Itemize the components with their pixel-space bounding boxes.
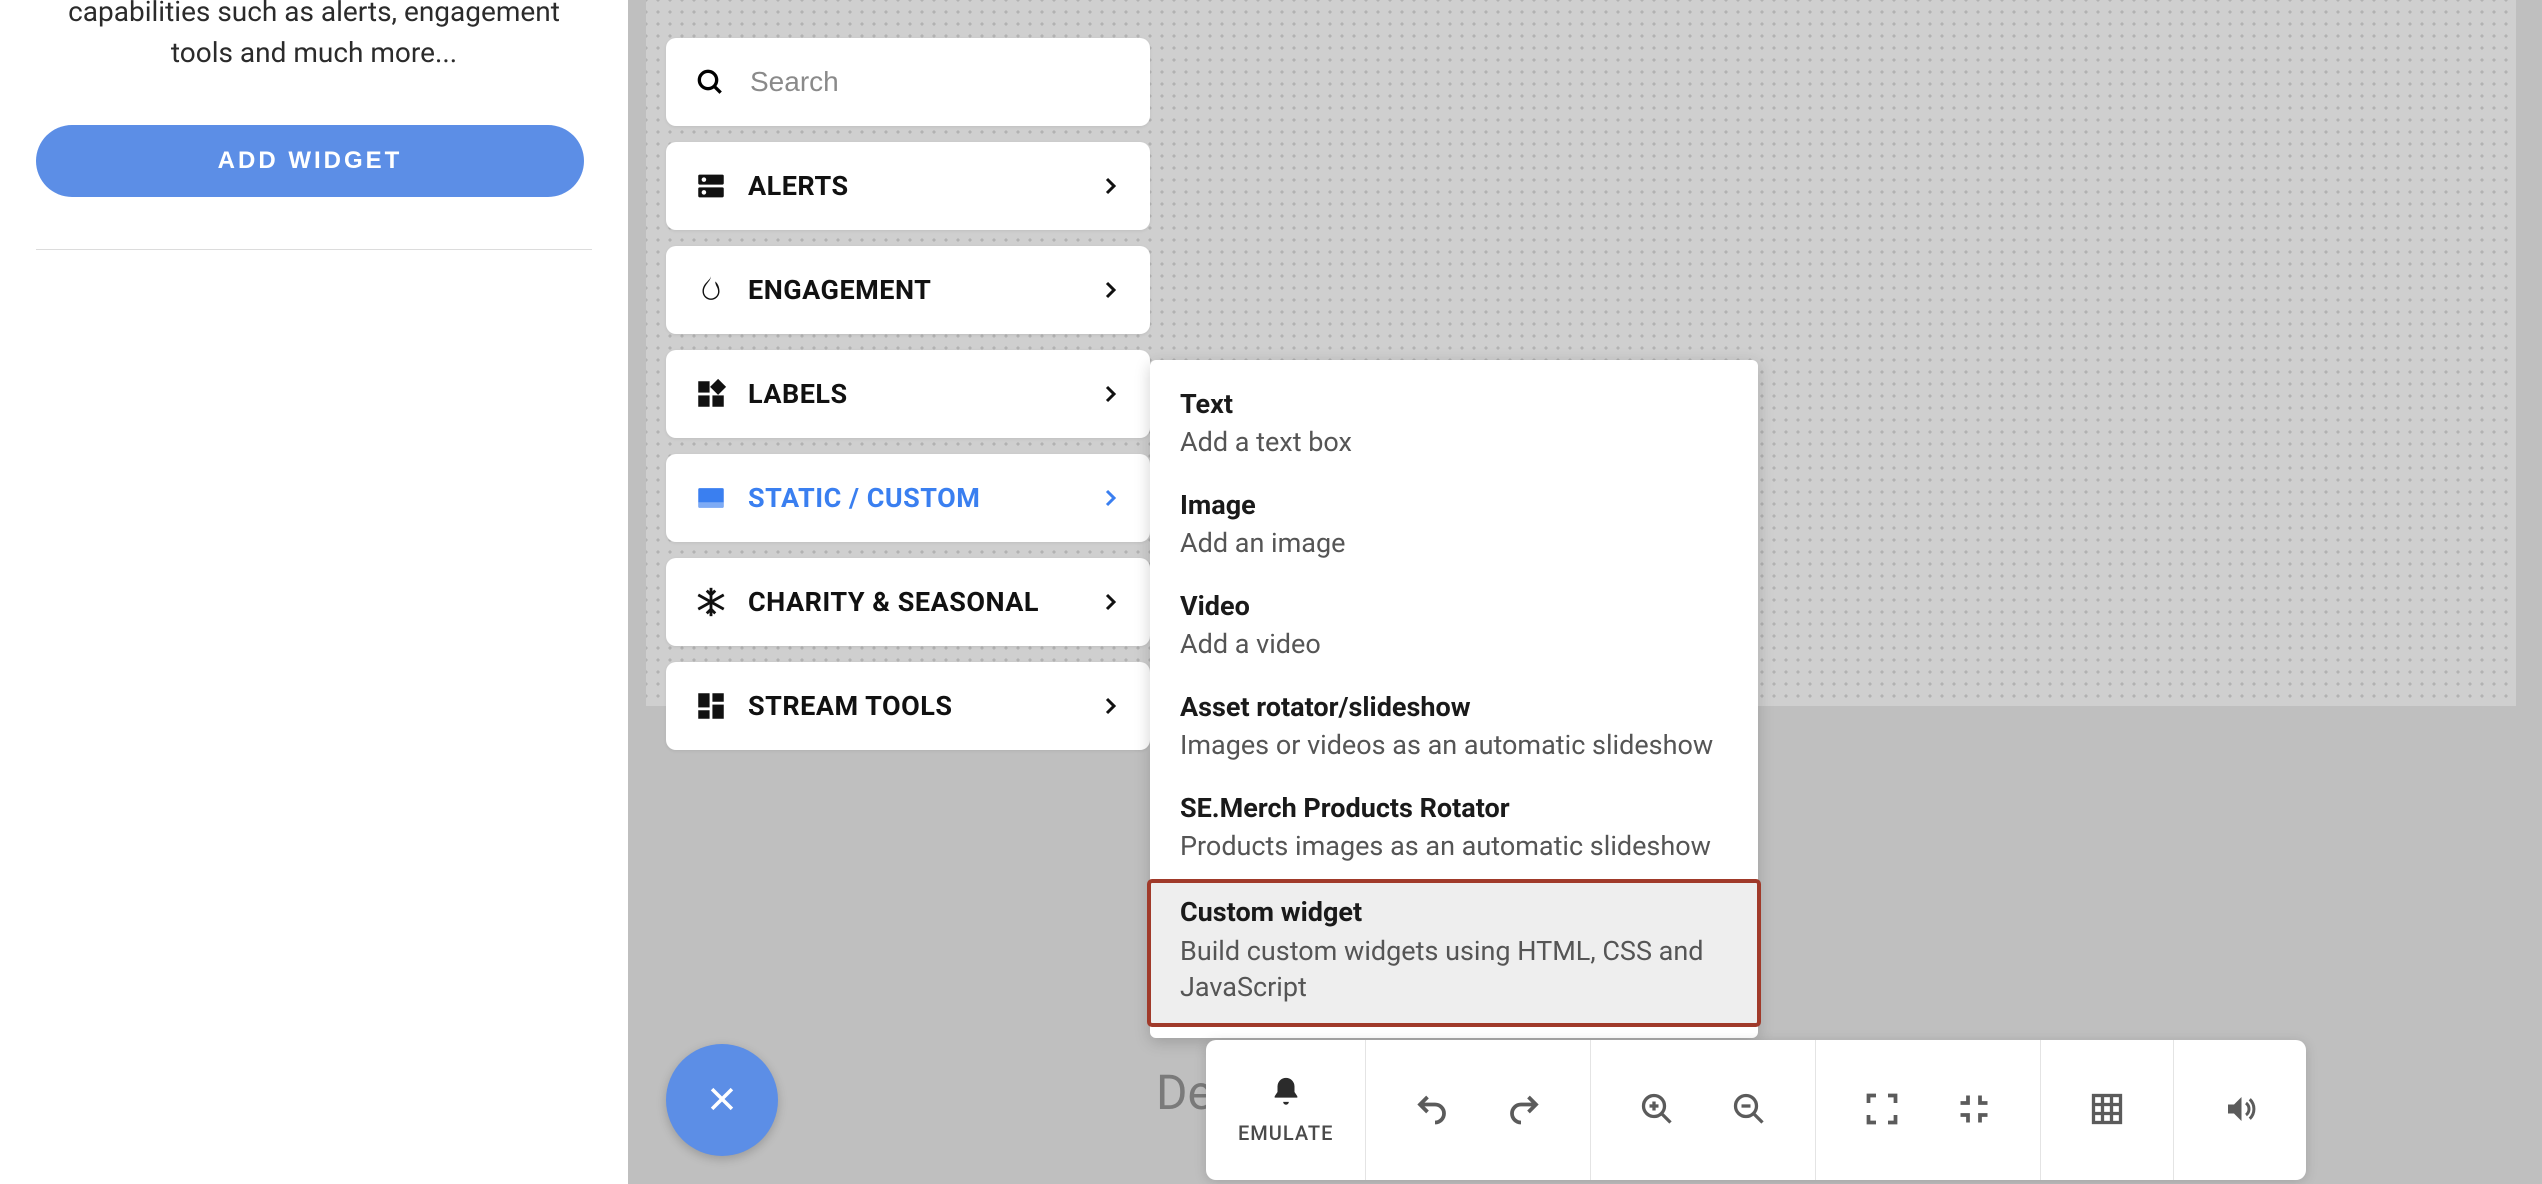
flyout-item-title: Image bbox=[1180, 487, 1728, 523]
sidebar-description: capabilities such as alerts, engagement … bbox=[36, 0, 592, 73]
chevron-right-icon bbox=[1098, 486, 1122, 510]
chevron-right-icon bbox=[1098, 278, 1122, 302]
chevron-right-icon bbox=[1098, 694, 1122, 718]
dashboard-icon bbox=[694, 689, 728, 723]
emulate-label: EMULATE bbox=[1238, 1121, 1333, 1145]
zoom-out-button[interactable] bbox=[1725, 1085, 1773, 1136]
bell-icon bbox=[1269, 1075, 1303, 1113]
undo-icon bbox=[1414, 1091, 1450, 1130]
volume-button[interactable] bbox=[2216, 1085, 2264, 1136]
exit-fullscreen-button[interactable] bbox=[1950, 1085, 1998, 1136]
flyout-item-merch-rotator[interactable]: SE.Merch Products Rotator Products image… bbox=[1150, 778, 1758, 879]
flyout-item-desc: Products images as an automatic slidesho… bbox=[1180, 828, 1728, 864]
chevron-right-icon bbox=[1098, 382, 1122, 406]
flyout-item-desc: Images or videos as an automatic slidesh… bbox=[1180, 727, 1728, 763]
add-widget-button[interactable]: ADD WIDGET bbox=[36, 125, 584, 197]
category-labels[interactable]: LABELS bbox=[666, 350, 1150, 438]
flyout-item-title: Video bbox=[1180, 588, 1728, 624]
redo-icon bbox=[1506, 1091, 1542, 1130]
sidebar-divider bbox=[36, 249, 592, 250]
flyout-item-title: Custom widget bbox=[1180, 894, 1728, 930]
flyout-item-desc: Add an image bbox=[1180, 525, 1728, 561]
rectangle-icon bbox=[694, 481, 728, 515]
widgets-icon bbox=[694, 377, 728, 411]
flame-icon bbox=[694, 273, 728, 307]
zoom-in-icon bbox=[1639, 1091, 1675, 1130]
widget-category-list: ALERTS ENGAGEMENT LABELS bbox=[666, 38, 1150, 750]
chevron-right-icon bbox=[1098, 174, 1122, 198]
static-custom-flyout: Text Add a text box Image Add an image V… bbox=[1150, 360, 1758, 1038]
close-chooser-button[interactable] bbox=[666, 1044, 778, 1156]
category-label: STATIC / CUSTOM bbox=[748, 482, 1098, 514]
snowflake-icon bbox=[694, 585, 728, 619]
grid-icon bbox=[2089, 1091, 2125, 1130]
category-label: CHARITY & SEASONAL bbox=[748, 586, 1098, 618]
toolbar-zoom-section bbox=[1591, 1040, 1816, 1180]
flyout-item-video[interactable]: Video Add a video bbox=[1150, 576, 1758, 677]
flyout-item-title: Asset rotator/slideshow bbox=[1180, 689, 1728, 725]
chevron-right-icon bbox=[1098, 590, 1122, 614]
search-input[interactable] bbox=[750, 66, 1122, 98]
canvas-background-text: De bbox=[1156, 1064, 1213, 1121]
fullscreen-icon bbox=[1864, 1091, 1900, 1130]
redo-button[interactable] bbox=[1500, 1085, 1548, 1136]
toolbar-screen-section bbox=[1816, 1040, 2041, 1180]
zoom-out-icon bbox=[1731, 1091, 1767, 1130]
volume-icon bbox=[2222, 1091, 2258, 1130]
bottom-toolbar: EMULATE bbox=[1206, 1040, 2306, 1180]
category-alerts[interactable]: ALERTS bbox=[666, 142, 1150, 230]
search-icon bbox=[694, 66, 726, 98]
flyout-item-desc: Build custom widgets using HTML, CSS and… bbox=[1180, 933, 1728, 1006]
flyout-item-image[interactable]: Image Add an image bbox=[1150, 475, 1758, 576]
category-engagement[interactable]: ENGAGEMENT bbox=[666, 246, 1150, 334]
category-label: LABELS bbox=[748, 378, 1098, 410]
category-label: ALERTS bbox=[748, 170, 1098, 202]
grid-toggle-button[interactable] bbox=[2083, 1085, 2131, 1136]
fullscreen-button[interactable] bbox=[1858, 1085, 1906, 1136]
category-static-custom[interactable]: STATIC / CUSTOM bbox=[666, 454, 1150, 542]
flyout-item-desc: Add a video bbox=[1180, 626, 1728, 662]
flyout-item-desc: Add a text box bbox=[1180, 424, 1728, 460]
toolbar-emulate-section[interactable]: EMULATE bbox=[1206, 1040, 1366, 1180]
search-card[interactable] bbox=[666, 38, 1150, 126]
category-label: ENGAGEMENT bbox=[748, 274, 1098, 306]
toolbar-sound-section bbox=[2174, 1040, 2306, 1180]
flyout-item-custom-widget[interactable]: Custom widget Build custom widgets using… bbox=[1150, 882, 1758, 1023]
exit-fullscreen-icon bbox=[1956, 1091, 1992, 1130]
toolbar-history-section bbox=[1366, 1040, 1591, 1180]
sidebar-panel: capabilities such as alerts, engagement … bbox=[0, 0, 628, 1184]
category-label: STREAM TOOLS bbox=[748, 690, 1098, 722]
undo-button[interactable] bbox=[1408, 1085, 1456, 1136]
toolbar-grid-section bbox=[2041, 1040, 2174, 1180]
close-icon bbox=[705, 1082, 739, 1119]
flyout-item-title: Text bbox=[1180, 386, 1728, 422]
flyout-item-title: SE.Merch Products Rotator bbox=[1180, 790, 1728, 826]
category-stream-tools[interactable]: STREAM TOOLS bbox=[666, 662, 1150, 750]
flyout-item-text[interactable]: Text Add a text box bbox=[1150, 374, 1758, 475]
category-charity-seasonal[interactable]: CHARITY & SEASONAL bbox=[666, 558, 1150, 646]
zoom-in-button[interactable] bbox=[1633, 1085, 1681, 1136]
flyout-item-asset-rotator[interactable]: Asset rotator/slideshow Images or videos… bbox=[1150, 677, 1758, 778]
alerts-icon bbox=[694, 169, 728, 203]
